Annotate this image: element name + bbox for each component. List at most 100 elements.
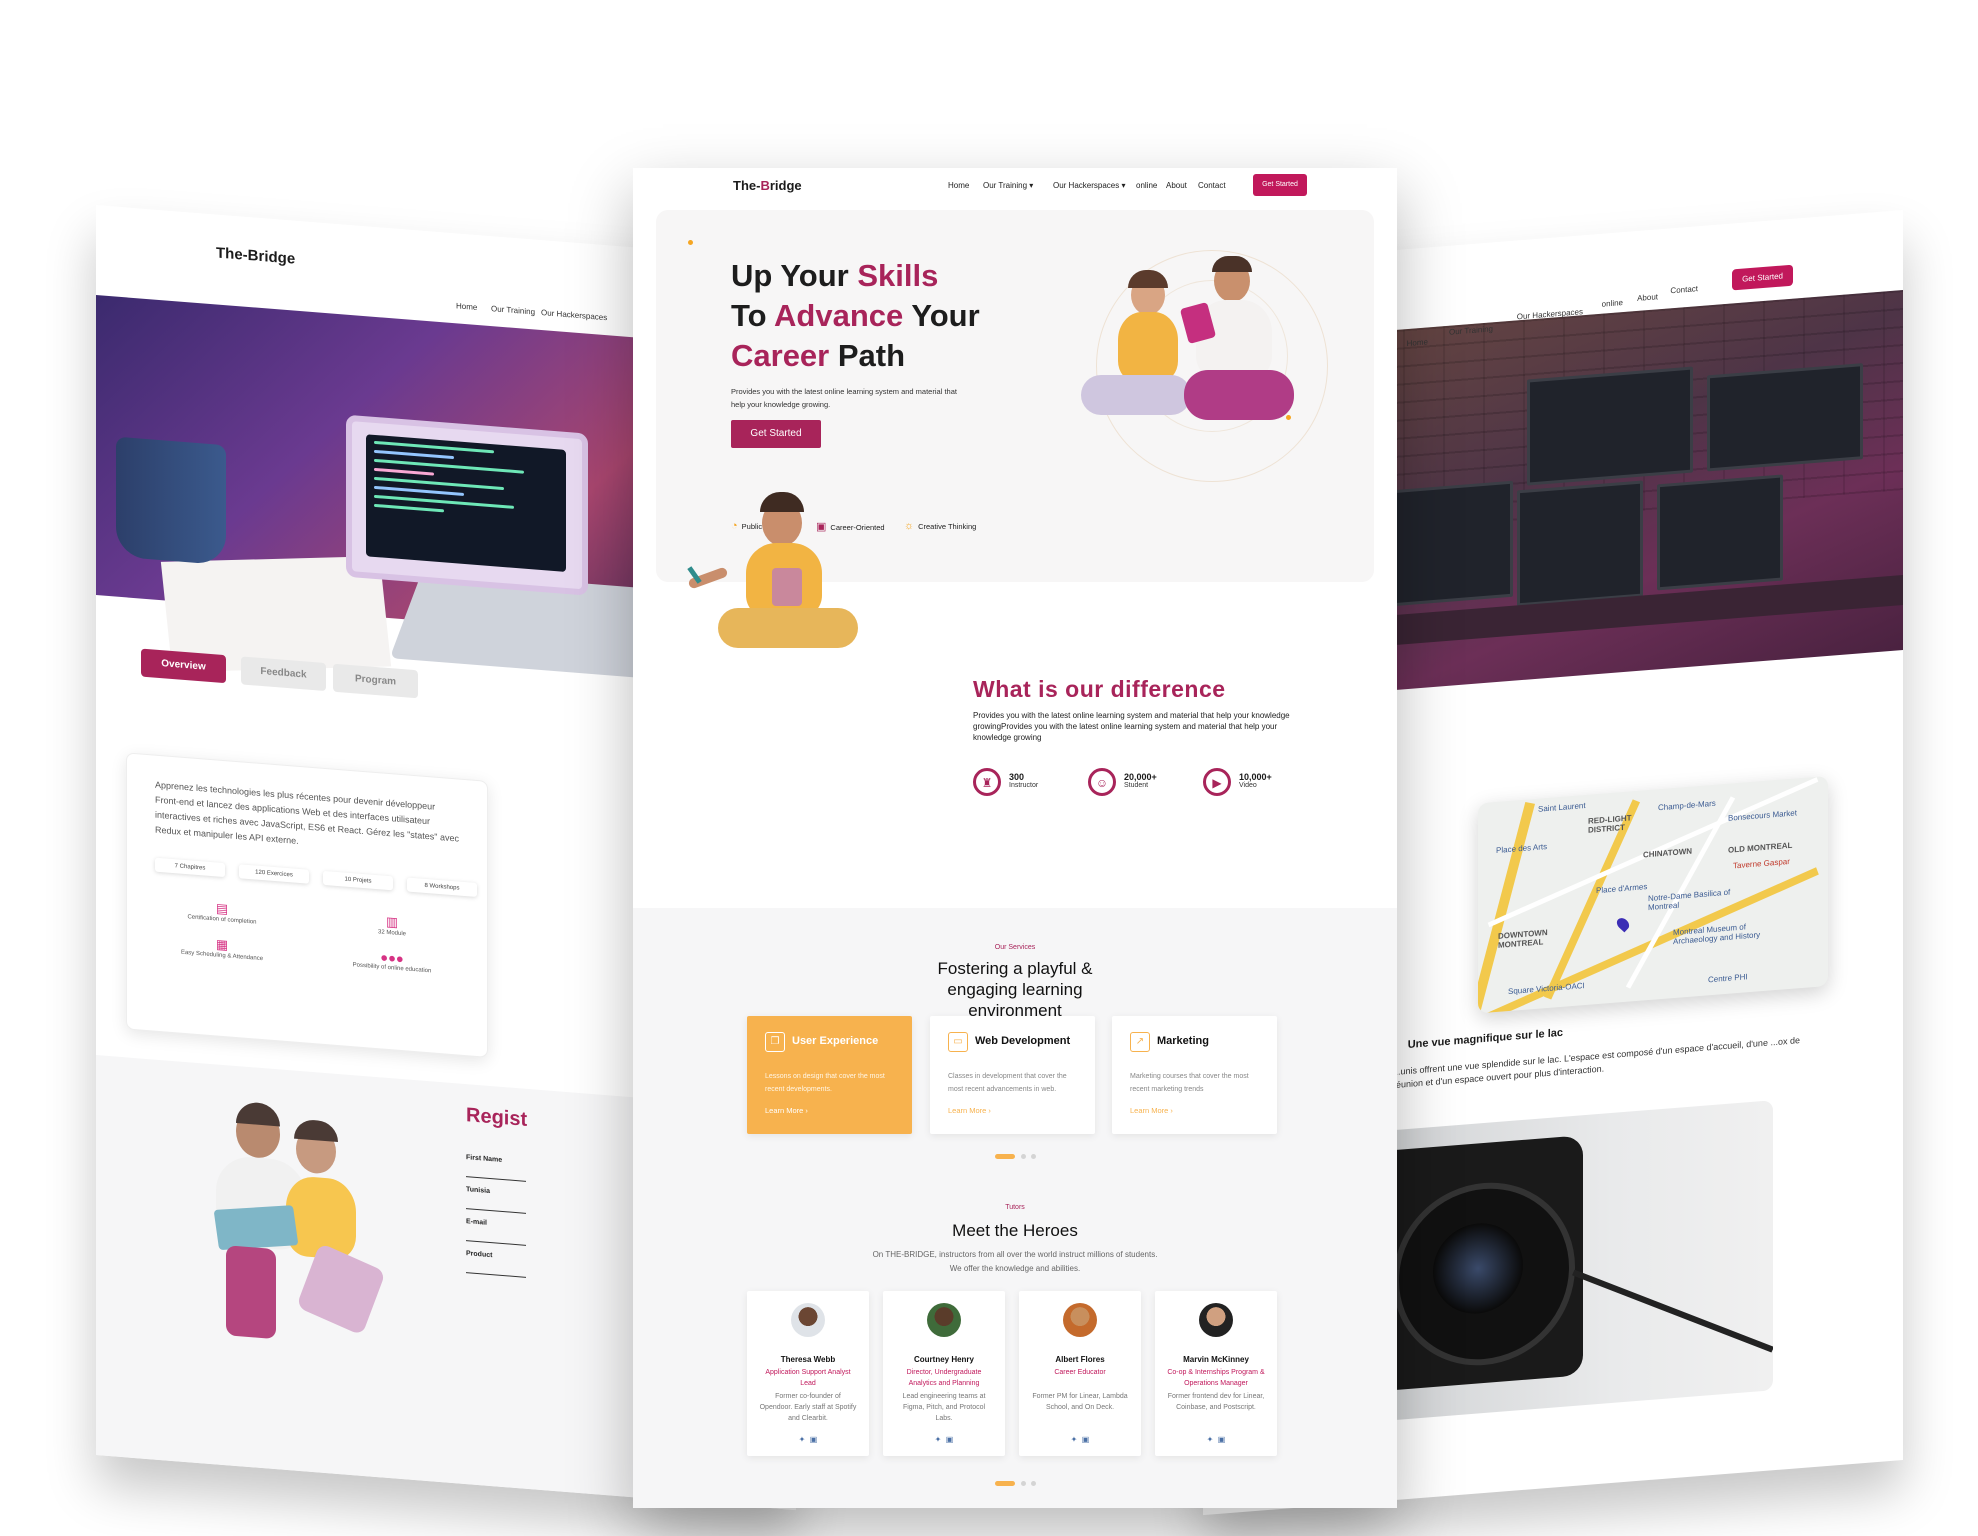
chart-icon: ↗ (1130, 1032, 1150, 1052)
email-input[interactable] (466, 1240, 526, 1246)
tutors-carousel-dots[interactable] (995, 1481, 1036, 1487)
nav-online[interactable]: online (1602, 298, 1623, 309)
difference-title: What is our difference (973, 676, 1226, 702)
learn-more-link[interactable]: Learn More › (948, 1106, 991, 1115)
location-map[interactable]: Saint Laurent RED-LIGHT DISTRICT Champ-d… (1478, 775, 1828, 1014)
map-label: CHINATOWN (1643, 846, 1693, 860)
logo[interactable]: The-Bridge (216, 244, 295, 267)
services-tutors-section: Our Services Fostering a playful & engag… (633, 908, 1397, 1508)
pill-workshops: 8 Workshops (407, 877, 477, 897)
stat-videos: ▶ 10,000+ Video (1203, 768, 1272, 796)
avatar (927, 1303, 961, 1337)
service-card-web-development[interactable]: ▭ Web Development Classes in development… (930, 1016, 1095, 1134)
social-links[interactable]: ✦ ▣ (883, 1435, 1005, 1444)
tutor-card[interactable]: Courtney Henry Director, Undergraduate A… (883, 1291, 1005, 1456)
get-started-button[interactable]: Get Started (1732, 264, 1793, 291)
tutors-kicker: Tutors (1005, 1204, 1025, 1211)
overview-card: Apprenez les technologies les plus récen… (126, 752, 488, 1058)
nav-our-training[interactable]: Our Training (491, 304, 535, 316)
user-icon: ☺ (1088, 768, 1116, 796)
feature-certification: ▤ Certification of completion (167, 897, 277, 928)
person-legs (718, 608, 858, 648)
girl-shirt (1118, 312, 1178, 382)
feature-scheduling: ▦ Easy Scheduling & Attendance (162, 932, 282, 963)
map-label: Place d'Armes (1596, 882, 1648, 896)
map-label: Centre PHI (1708, 972, 1748, 985)
nav-home[interactable]: Home (1407, 337, 1428, 348)
code-icon: ▭ (948, 1032, 968, 1052)
map-label: Taverne Gaspar (1733, 856, 1790, 871)
monitor (1527, 366, 1693, 486)
service-card-marketing[interactable]: ↗ Marketing Marketing courses that cover… (1112, 1016, 1277, 1134)
hero-title-line3: Career Path (731, 338, 906, 373)
pill-chapters: 7 Chapitres (155, 857, 225, 878)
feature-modules: ▥ 32 Module (337, 910, 447, 941)
left-mockup: The-Bridge Home Our Training Our Hackers… (96, 205, 796, 1511)
learn-more-link[interactable]: Learn More › (1130, 1106, 1173, 1115)
nav-our-hackerspaces[interactable]: Our Hackerspaces (541, 308, 607, 322)
code-screen (366, 434, 566, 572)
pill-projects: 10 Projets (323, 870, 393, 891)
monitor (1707, 363, 1863, 472)
services-carousel-dots[interactable] (995, 1154, 1036, 1160)
tab-overview[interactable]: Overview (141, 648, 226, 684)
linkedin-icon: ▣ (1217, 1435, 1226, 1444)
course-description: Apprenez les technologies les plus récen… (155, 779, 460, 846)
nav-online[interactable]: online (1136, 181, 1157, 190)
first-name-label: First Name (466, 1154, 503, 1164)
nav-our-training[interactable]: Our Training ▾ (983, 181, 1033, 190)
social-links[interactable]: ✦ ▣ (747, 1435, 869, 1444)
tab-feedback[interactable]: Feedback (241, 656, 326, 692)
linkedin-icon: ▣ (809, 1435, 818, 1444)
twitter-icon: ✦ (798, 1435, 806, 1444)
monitor (1657, 474, 1783, 591)
girl-legs (1081, 375, 1191, 415)
pill-exercises: 120 Exercices (239, 864, 309, 884)
tab-program[interactable]: Program (333, 663, 418, 699)
map-label: OLD MONTREAL (1728, 840, 1793, 855)
linkedin-icon: ▣ (1081, 1435, 1090, 1444)
tutor-card[interactable]: Marvin McKinney Co-op & Internships Prog… (1155, 1291, 1277, 1456)
tutor-card[interactable]: Albert Flores Career Educator Former PM … (1019, 1291, 1141, 1456)
map-label: Champ-de-Mars (1658, 798, 1716, 813)
tutors-title: Meet the Heroes (952, 1221, 1078, 1240)
twitter-icon: ✦ (1070, 1435, 1078, 1444)
right-mockup: Home Our Training Our Hackerspaces onlin… (1203, 210, 1903, 1516)
camera-photo (1373, 1100, 1773, 1422)
feature-online: ●●● Possibility of online education (332, 946, 452, 976)
register-title: Regist (466, 1104, 528, 1131)
nav-contact[interactable]: Contact (1198, 181, 1226, 190)
get-started-nav-button[interactable]: Get Started (1253, 174, 1307, 196)
boy-legs (1184, 370, 1294, 420)
graduation-cap-icon: ♜ (973, 768, 1001, 796)
location-pin-icon[interactable] (1614, 915, 1632, 933)
video-icon: ▶ (1203, 768, 1231, 796)
nav-home[interactable]: Home (948, 181, 969, 190)
nav-our-hackerspaces[interactable]: Our Hackerspaces ▾ (1053, 181, 1125, 190)
nav-about[interactable]: About (1637, 292, 1658, 303)
social-links[interactable]: ✦ ▣ (1019, 1435, 1141, 1444)
services-title: Fostering a playful & engaging learning … (937, 959, 1093, 1020)
monitor (1517, 480, 1643, 607)
twitter-icon: ✦ (1206, 1435, 1214, 1444)
map-label: DOWNTOWN MONTREAL (1498, 927, 1548, 950)
product-select[interactable] (466, 1272, 526, 1278)
services-kicker: Our Services (994, 944, 1036, 951)
nav-about[interactable]: About (1166, 181, 1187, 190)
hero-title-line1: Up Your Skills (731, 258, 939, 293)
twitter-icon: ✦ (934, 1435, 942, 1444)
nav-home[interactable]: Home (456, 301, 477, 312)
learn-more-link[interactable]: Learn More › (765, 1106, 808, 1115)
nav-contact[interactable]: Contact (1670, 284, 1698, 295)
tutors-subtitle-2: We offer the knowledge and abilities. (949, 1264, 1081, 1273)
hero-get-started-button[interactable]: Get Started (731, 420, 821, 448)
difference-illustration (687, 488, 878, 673)
logo[interactable]: The-Bridge (733, 178, 802, 193)
tutor-card[interactable]: Theresa Webb Application Support Analyst… (747, 1291, 869, 1456)
service-card-user-experience[interactable]: ❐ User Experience Lessons on design that… (747, 1016, 912, 1134)
first-name-input[interactable] (466, 1176, 526, 1182)
hero-title-line2: To Advance Your (731, 298, 980, 333)
country-select[interactable] (466, 1208, 526, 1214)
tutors-subtitle-1: On THE-BRIDGE, instructors from all over… (872, 1250, 1158, 1259)
social-links[interactable]: ✦ ▣ (1155, 1435, 1277, 1444)
